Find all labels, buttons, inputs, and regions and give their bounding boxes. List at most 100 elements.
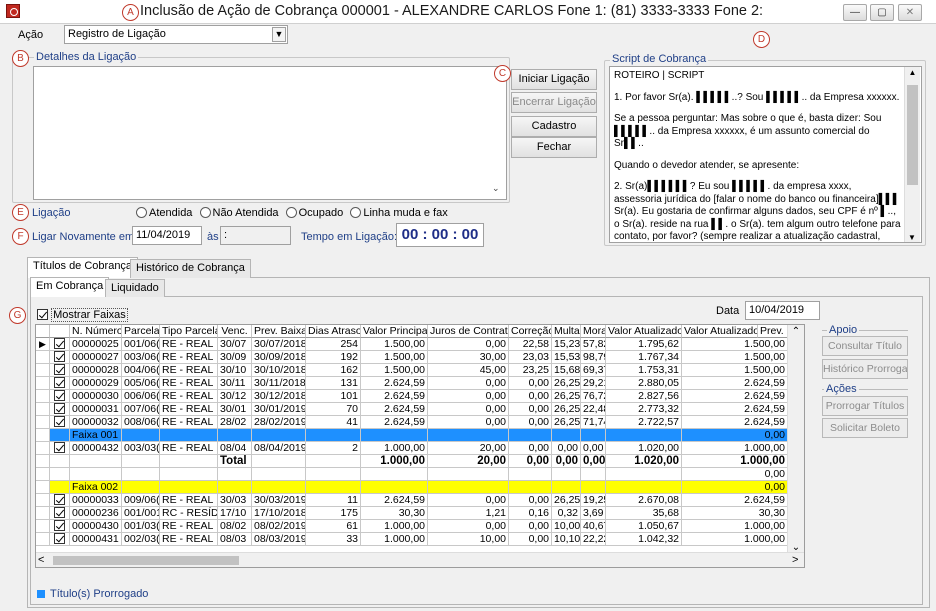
tab-titulos[interactable]: Títulos de Cobrança	[27, 257, 139, 278]
maximize-button[interactable]: ▢	[870, 4, 894, 21]
row-checkbox-cell[interactable]	[50, 377, 70, 390]
row-checkbox-cell[interactable]	[50, 364, 70, 377]
grid-hscroll[interactable]: < >	[36, 552, 804, 567]
table-row[interactable]: 00000027 003/06(RE - REAL 30/09 30/09/2018 1…	[36, 351, 788, 364]
script-scrollbar[interactable]: ▲ ▼	[904, 67, 920, 242]
encerrar-ligacao-button[interactable]: Encerrar Ligação	[511, 92, 597, 113]
row-checkbox[interactable]	[54, 364, 65, 375]
scroll-left-icon[interactable]: <	[38, 554, 48, 566]
minimize-button[interactable]: —	[843, 4, 867, 21]
column-header[interactable]: Dias Atraso	[306, 325, 361, 338]
column-header[interactable]: Valor Principal	[361, 325, 428, 338]
radio-circle[interactable]	[199, 207, 211, 218]
row-checkbox[interactable]	[54, 403, 65, 414]
column-header[interactable]: Mora	[581, 325, 606, 338]
table-row[interactable]: 00000432 003/03(RE - REAL 08/04 08/04/2019 2…	[36, 442, 788, 455]
chevron-down-icon[interactable]: ▼	[272, 27, 286, 42]
prorrogar-titulos-button[interactable]: Prorrogar Títulos	[822, 396, 908, 416]
row-checkbox-cell[interactable]	[50, 351, 70, 364]
row-checkbox-cell[interactable]	[50, 416, 70, 429]
row-checkbox[interactable]	[54, 442, 65, 453]
table-row[interactable]: 00000430 001/03(RE - REAL 08/02 08/02/2019 6…	[36, 520, 788, 533]
column-header[interactable]: Prev. Baixa	[252, 325, 306, 338]
table-row[interactable]: 00000031 007/06(RE - REAL 30/01 30/01/2019 7…	[36, 403, 788, 416]
scroll-up-icon[interactable]: ▲	[905, 67, 920, 79]
table-row[interactable]: 00000236001/001RC - RESÍDU17/1017/10/201…	[36, 507, 788, 520]
column-header[interactable]: Parcela	[122, 325, 160, 338]
row-checkbox-cell[interactable]	[50, 390, 70, 403]
grid-vscroll[interactable]: ⌃ ⌄	[787, 325, 804, 567]
table-row[interactable]: 00000030 006/06(RE - REAL 30/12 30/12/2018 1…	[36, 390, 788, 403]
faixa-row[interactable]: Faixa 002 d 0,00	[36, 481, 788, 494]
row-checkbox-cell[interactable]	[50, 494, 70, 507]
row-checkbox[interactable]	[54, 533, 65, 544]
iniciar-ligacao-button[interactable]: Iniciar Ligação	[511, 69, 597, 90]
column-header[interactable]: Tipo Parcela	[160, 325, 218, 338]
table-row[interactable]: ▶ 00000025 001/06(RE - REAL 30/07 30/07/2018…	[36, 338, 788, 351]
mostrar-faixas-checkbox[interactable]: Mostrar Faixas	[37, 308, 128, 322]
data-input[interactable]: 10/04/2019	[745, 301, 820, 320]
radio-ocupado[interactable]: Ocupado	[285, 207, 343, 219]
grid-cell: 00000430	[70, 520, 122, 533]
blank-row[interactable]: 0,00	[36, 468, 788, 481]
column-header[interactable]: Valor Atualizado(	[682, 325, 758, 338]
row-checkbox-cell[interactable]	[50, 403, 70, 416]
faixa-row[interactable]: Faixa 001 d 0,00	[36, 429, 788, 442]
table-row[interactable]: 00000032 008/06(RE - REAL 28/02 28/02/2019 4…	[36, 416, 788, 429]
row-checkbox-cell[interactable]	[50, 442, 70, 455]
radio-circle[interactable]	[285, 207, 297, 218]
scroll-down-icon[interactable]: ▼	[905, 233, 919, 242]
consultar-titulo-button[interactable]: Consultar Título	[822, 336, 908, 356]
row-checkbox[interactable]	[54, 377, 65, 388]
scroll-up-icon[interactable]: ⌃	[788, 325, 804, 338]
row-checkbox[interactable]	[54, 390, 65, 401]
fechar-button[interactable]: Fechar	[511, 137, 597, 158]
solicitar-boleto-button[interactable]: Solicitar Boleto	[822, 418, 908, 438]
row-checkbox[interactable]	[54, 520, 65, 531]
tab-liquidado[interactable]: Liquidado	[105, 279, 165, 297]
grid-cell: 28/02/2019	[252, 416, 306, 429]
table-row[interactable]: 00000028 004/06(RE - REAL 30/10 30/10/2018 1…	[36, 364, 788, 377]
row-checkbox[interactable]	[54, 351, 65, 362]
column-header[interactable]: Correção	[509, 325, 552, 338]
titulos-grid[interactable]: N. Número Parcela Tipo Parcela Venc. Prev. B…	[35, 324, 805, 568]
detalhes-textarea[interactable]	[33, 66, 507, 200]
acao-select[interactable]: Registro de Ligação	[64, 25, 288, 44]
row-checkbox-cell[interactable]	[50, 338, 70, 351]
row-checkbox-cell[interactable]	[50, 507, 70, 520]
tab-em-cobranca[interactable]: Em Cobrança	[30, 277, 110, 297]
radio-circle[interactable]	[350, 207, 362, 218]
row-checkbox-cell[interactable]	[50, 520, 70, 533]
table-row[interactable]: 00000431 002/03(RE - REAL 08/03 08/03/2019 3…	[36, 533, 788, 546]
row-checkbox[interactable]	[54, 416, 65, 427]
grid-cell: 007/06(	[122, 403, 160, 416]
cadastro-button[interactable]: Cadastro	[511, 116, 597, 137]
checkbox-box[interactable]	[37, 309, 48, 320]
radio-nao-atendida[interactable]: Não Atendida	[199, 207, 279, 219]
column-header[interactable]: Prev. Baixa	[758, 325, 788, 338]
row-checkbox[interactable]	[54, 507, 65, 518]
tab-historico[interactable]: Histórico de Cobrança	[130, 259, 251, 278]
acao-label: Ação	[18, 29, 44, 41]
historico-prorrogacao-button[interactable]: Histórico Prorrogaç	[822, 359, 908, 379]
scroll-right-icon[interactable]: >	[792, 554, 802, 566]
column-header[interactable]: Juros de Contrato	[428, 325, 509, 338]
radio-circle[interactable]	[136, 207, 147, 218]
row-checkbox[interactable]	[54, 494, 65, 505]
close-button[interactable]: ✕	[898, 4, 922, 21]
column-header[interactable]: Multa	[552, 325, 581, 338]
table-row[interactable]: 00000029 005/06(RE - REAL 30/11 30/11/2018 1…	[36, 377, 788, 390]
column-header[interactable]: Venc.	[218, 325, 252, 338]
table-row[interactable]: 00000033 009/06(RE - REAL 30/03 30/03/2019 1…	[36, 494, 788, 507]
radio-linha-muda[interactable]: Linha muda e fax	[350, 207, 448, 219]
scroll-thumb[interactable]	[907, 85, 918, 185]
radio-atendida[interactable]: Atendida	[136, 207, 192, 219]
ligar-time-input[interactable]: :	[220, 226, 291, 245]
hscroll-thumb[interactable]	[53, 556, 239, 565]
column-header[interactable]: Valor Atualizado	[606, 325, 682, 338]
total-row[interactable]: Total 1.000,00 20,00 0,00 0,00 0,00 1.020,00 1.…	[36, 455, 788, 468]
row-checkbox[interactable]	[54, 338, 65, 349]
row-checkbox-cell[interactable]	[50, 533, 70, 546]
ligar-date-input[interactable]: 11/04/2019	[132, 226, 202, 245]
column-header[interactable]: N. Número	[70, 325, 122, 338]
